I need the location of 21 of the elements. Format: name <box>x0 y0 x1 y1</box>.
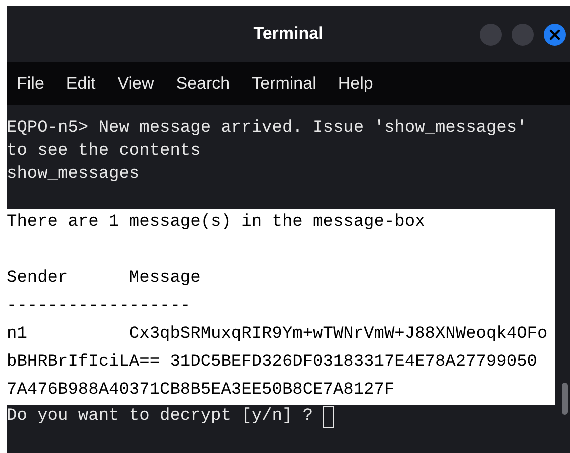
menu-item[interactable]: Search <box>176 70 230 96</box>
menu-item[interactable]: Terminal <box>252 70 316 96</box>
terminal-line: ------------------ <box>7 296 191 318</box>
terminal-line: Sender Message <box>7 268 201 290</box>
close-icon <box>549 29 561 41</box>
terminal-line: n1 Cx3qbSRMuxqRIR9Ym+wTWNrVmW+J88XNWeoqk4OFo <box>7 324 548 346</box>
menu-item[interactable]: File <box>17 70 44 96</box>
terminal-line: 7A476B988A40371CB8B5EA3EE50B8CE7A8127F <box>7 380 395 402</box>
text-cursor <box>323 406 334 428</box>
menu-item[interactable]: Help <box>338 70 374 96</box>
terminal-line: EQPO-n5> New message arrived. Issue 'show_messages' <box>7 118 528 140</box>
terminal-line: show_messages <box>7 164 140 186</box>
terminal-line: There are 1 message(s) in the message-box <box>7 212 426 234</box>
window-title: Terminal <box>254 23 324 46</box>
close-button[interactable] <box>544 24 566 46</box>
scrollbar[interactable] <box>562 383 568 415</box>
menu-item[interactable]: Edit <box>66 70 96 96</box>
prompt-text: Do you want to decrypt [y/n] ? <box>7 406 314 428</box>
terminal-line: bBHRBrIfIciLA== 31DC5BEFD326DF03183317E4E78A27799050 <box>7 352 538 374</box>
terminal-line: to see the contents <box>7 140 201 162</box>
menu-item[interactable]: View <box>118 70 154 96</box>
